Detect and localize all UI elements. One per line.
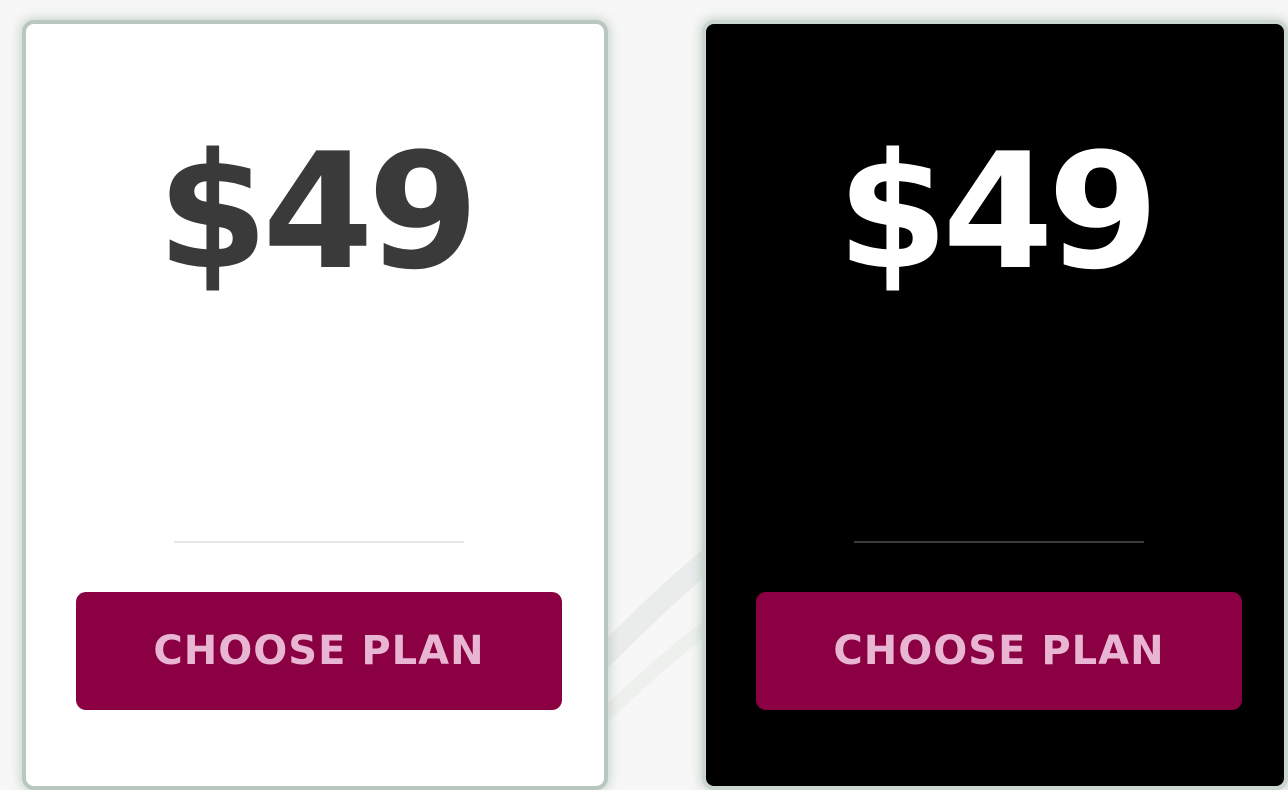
choose-plan-label: CHOOSE PLAN xyxy=(833,628,1165,674)
plan-price: $49 xyxy=(837,118,1159,305)
choose-plan-button[interactable]: CHOOSE PLAN xyxy=(76,592,562,710)
pricing-card-dark: $49 CHOOSE PLAN xyxy=(702,20,1288,790)
choose-plan-button[interactable]: CHOOSE PLAN xyxy=(756,592,1242,710)
choose-plan-label: CHOOSE PLAN xyxy=(153,628,485,674)
plan-price: $49 xyxy=(157,118,479,305)
divider xyxy=(174,541,464,543)
pricing-card-light: $49 CHOOSE PLAN xyxy=(22,20,608,790)
divider xyxy=(854,541,1144,543)
